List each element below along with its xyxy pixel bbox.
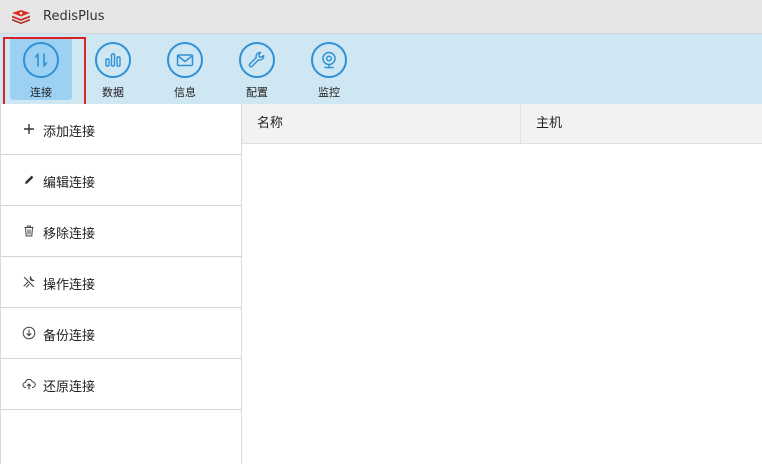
tools-icon xyxy=(23,275,35,288)
envelope-icon xyxy=(167,42,203,78)
sidebar-item-edit-connection[interactable]: 编辑连接 xyxy=(1,155,242,206)
download-circle-icon xyxy=(22,326,36,340)
toolbar-data-label: 数据 xyxy=(102,86,124,99)
table-header: 名称 主机 xyxy=(242,104,762,144)
title-bar: RedisPlus xyxy=(0,0,762,34)
connection-table: 名称 主机 xyxy=(242,104,762,464)
toolbar-connection-button[interactable]: 连接 xyxy=(10,38,72,100)
column-header-host[interactable]: 主机 xyxy=(521,104,762,144)
cloud-upload-icon xyxy=(22,378,36,390)
toolbar-monitor-label: 监控 xyxy=(318,86,340,99)
sidebar-item-label: 还原连接 xyxy=(43,380,96,395)
sidebar-item-restore-connection[interactable]: 还原连接 xyxy=(1,359,242,410)
app-title: RedisPlus xyxy=(43,9,105,24)
sidebar-item-backup-connection[interactable]: 备份连接 xyxy=(1,308,242,359)
sidebar-item-operate-connection[interactable]: 操作连接 xyxy=(1,257,242,308)
toolbar-monitor-button[interactable]: 监控 xyxy=(298,38,360,100)
toolbar-connection-label: 连接 xyxy=(30,86,52,99)
toolbar-data-button[interactable]: 数据 xyxy=(82,38,144,100)
connection-arrows-icon xyxy=(23,42,59,78)
toolbar-config-button[interactable]: 配置 xyxy=(226,38,288,100)
bar-chart-icon xyxy=(95,42,131,78)
toolbar-info-button[interactable]: 信息 xyxy=(154,38,216,100)
sidebar-item-label: 备份连接 xyxy=(43,329,96,344)
sidebar-item-label: 操作连接 xyxy=(43,278,96,293)
column-header-name[interactable]: 名称 xyxy=(242,104,521,144)
sidebar-item-label: 移除连接 xyxy=(43,227,96,242)
sidebar-item-label: 编辑连接 xyxy=(43,176,96,191)
toolbar-config-label: 配置 xyxy=(246,86,268,99)
main-toolbar: 连接 数据 信息 配置 监控 xyxy=(0,34,762,104)
pencil-icon xyxy=(25,175,34,184)
sidebar-item-remove-connection[interactable]: 移除连接 xyxy=(1,206,242,257)
sidebar-item-add-connection[interactable]: 添加连接 xyxy=(1,104,242,155)
trash-icon xyxy=(24,225,34,237)
sidebar-item-label: 添加连接 xyxy=(43,125,96,140)
wrench-icon xyxy=(239,42,275,78)
toolbar-info-label: 信息 xyxy=(174,86,196,99)
webcam-icon xyxy=(311,42,347,78)
redis-logo-icon xyxy=(12,10,30,24)
connection-sidebar: 添加连接 编辑连接 移除连接 操作连接 备份连接 还原连接 xyxy=(0,104,242,464)
plus-icon xyxy=(24,124,34,134)
